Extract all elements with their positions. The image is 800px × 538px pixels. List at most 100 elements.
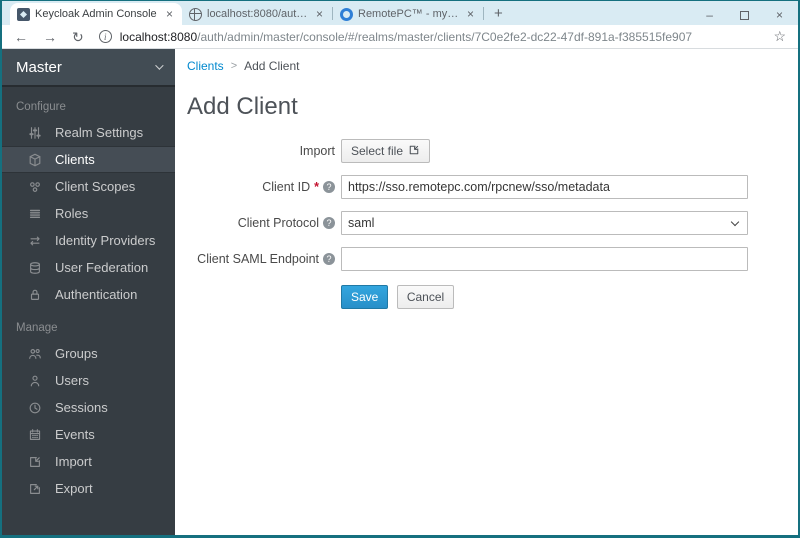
client-id-input[interactable]: [341, 175, 748, 199]
tab-title: localhost:8080/auth/realms/mast: [207, 8, 309, 20]
client-protocol-label: Client Protocol ?: [187, 216, 335, 230]
sidebar-item-label: Realm Settings: [55, 125, 144, 140]
keycloak-favicon-icon: [17, 7, 30, 21]
browser-window: Keycloak Admin Console × localhost:8080/…: [0, 0, 800, 538]
required-asterisk: *: [314, 180, 319, 194]
new-tab-button[interactable]: +: [494, 5, 503, 22]
cancel-button[interactable]: Cancel: [396, 285, 455, 309]
minimize-button[interactable]: –: [706, 9, 713, 21]
sidebar-item-roles[interactable]: Roles: [2, 200, 175, 227]
globe-favicon-icon: [189, 7, 202, 21]
user-icon: [28, 374, 42, 388]
sidebar-item-authentication[interactable]: Authentication: [2, 281, 175, 308]
sidebar-item-realm-settings[interactable]: Realm Settings: [2, 119, 175, 146]
section-label-configure: Configure: [16, 101, 66, 113]
tab-close-icon[interactable]: ×: [465, 8, 476, 20]
main-content: Clients > Add Client Add Client Import S…: [175, 49, 798, 535]
sidebar-item-export[interactable]: Export: [2, 475, 175, 502]
sidebar-item-label: Groups: [55, 346, 98, 361]
sidebar-item-label: Identity Providers: [55, 233, 156, 248]
sidebar-item-clients[interactable]: Clients: [2, 146, 175, 173]
bookmark-star-icon[interactable]: ☆: [773, 28, 786, 45]
sidebar-item-groups[interactable]: Groups: [2, 340, 175, 367]
sidebar-item-sessions[interactable]: Sessions: [2, 394, 175, 421]
sidebar-item-label: Roles: [55, 206, 89, 221]
browser-tab-bar: Keycloak Admin Console × localhost:8080/…: [2, 1, 798, 25]
sliders-icon: [28, 126, 42, 140]
tab-close-icon[interactable]: ×: [314, 8, 325, 20]
cube-icon: [28, 153, 42, 167]
tab-title: RemotePC™ - my account inform: [358, 8, 460, 20]
back-icon[interactable]: ←: [14, 30, 28, 44]
sidebar: Master Configure Realm Settings Clients …: [2, 49, 175, 535]
chevron-down-icon: [155, 61, 164, 70]
refresh-icon[interactable]: ↻: [72, 30, 84, 44]
page-title: Add Client: [187, 93, 298, 120]
groups-icon: [28, 347, 42, 361]
help-icon[interactable]: ?: [323, 253, 335, 265]
tab-close-icon[interactable]: ×: [164, 8, 175, 20]
realm-selector[interactable]: Master: [2, 49, 175, 87]
client-protocol-select[interactable]: saml: [341, 211, 748, 235]
save-button[interactable]: Save: [341, 285, 389, 309]
browser-url-bar: ← → ↻ i localhost:8080/auth/admin/master…: [2, 25, 798, 49]
address-input[interactable]: localhost:8080/auth/admin/master/console…: [120, 30, 692, 44]
section-label-manage: Manage: [16, 322, 58, 334]
breadcrumb: Clients > Add Client: [187, 59, 798, 73]
client-saml-endpoint-label: Client SAML Endpoint ?: [187, 252, 335, 266]
restore-button[interactable]: [739, 10, 749, 20]
add-client-form: Import Select file Client ID * ? https:/…: [187, 139, 798, 309]
sidebar-item-import[interactable]: Import: [2, 448, 175, 475]
lock-icon: [28, 288, 42, 302]
client-saml-endpoint-input[interactable]: [341, 247, 748, 271]
form-actions: Save Cancel: [187, 285, 798, 309]
export-icon: [28, 482, 42, 496]
help-icon[interactable]: ?: [323, 217, 335, 229]
client-id-label: Client ID * ?: [187, 180, 335, 194]
sidebar-item-label: Users: [55, 373, 89, 388]
form-row-client-protocol: Client Protocol ? saml: [187, 211, 798, 235]
form-row-import: Import Select file: [187, 139, 798, 163]
database-icon: [28, 261, 42, 275]
file-import-icon: [408, 144, 420, 159]
url-path: /auth/admin/master/console/#/realms/mast…: [197, 29, 693, 44]
calendar-icon: [28, 428, 42, 442]
close-button[interactable]: ×: [776, 9, 783, 21]
form-row-client-id: Client ID * ?: [187, 175, 798, 199]
breadcrumb-separator: >: [230, 60, 238, 72]
site-info-icon[interactable]: i: [98, 30, 112, 43]
sidebar-item-identity-providers[interactable]: Identity Providers: [2, 227, 175, 254]
select-file-button[interactable]: Select file: [341, 139, 431, 163]
tab-title: Keycloak Admin Console: [35, 8, 157, 20]
form-row-client-saml-endpoint: Client SAML Endpoint ?: [187, 247, 798, 271]
realm-name: Master: [16, 58, 62, 76]
remotepc-favicon-icon: [340, 7, 353, 21]
help-icon[interactable]: ?: [323, 181, 335, 193]
sidebar-item-users[interactable]: Users: [2, 367, 175, 394]
import-icon: [28, 455, 42, 469]
sidebar-item-label: Export: [55, 481, 93, 496]
window-controls: – ×: [706, 9, 798, 25]
sidebar-item-label: Authentication: [55, 287, 138, 302]
sidebar-item-label: Client Scopes: [55, 179, 136, 194]
sidebar-item-label: Events: [55, 427, 95, 442]
import-field: Select file: [341, 139, 748, 163]
tab-localhost-realms[interactable]: localhost:8080/auth/realms/mast ×: [182, 3, 332, 25]
url-host: localhost:8080: [119, 29, 198, 44]
tab-separator: [483, 7, 484, 20]
tab-keycloak-admin-console[interactable]: Keycloak Admin Console ×: [10, 3, 182, 25]
list-icon: [28, 207, 42, 221]
tab-remotepc[interactable]: RemotePC™ - my account inform ×: [333, 3, 483, 25]
sidebar-item-label: User Federation: [55, 260, 149, 275]
forward-icon[interactable]: →: [43, 30, 57, 44]
breadcrumb-current: Add Client: [244, 59, 300, 73]
keycloak-admin-console: Master Configure Realm Settings Clients …: [2, 49, 798, 535]
chevron-down-icon: [730, 217, 740, 227]
scopes-icon: [28, 180, 42, 194]
breadcrumb-clients-link[interactable]: Clients: [187, 59, 224, 73]
sidebar-item-user-federation[interactable]: User Federation: [2, 254, 175, 281]
import-label: Import: [299, 144, 335, 158]
sidebar-item-client-scopes[interactable]: Client Scopes: [2, 173, 175, 200]
sidebar-item-label: Import: [55, 454, 92, 469]
sidebar-item-events[interactable]: Events: [2, 421, 175, 448]
